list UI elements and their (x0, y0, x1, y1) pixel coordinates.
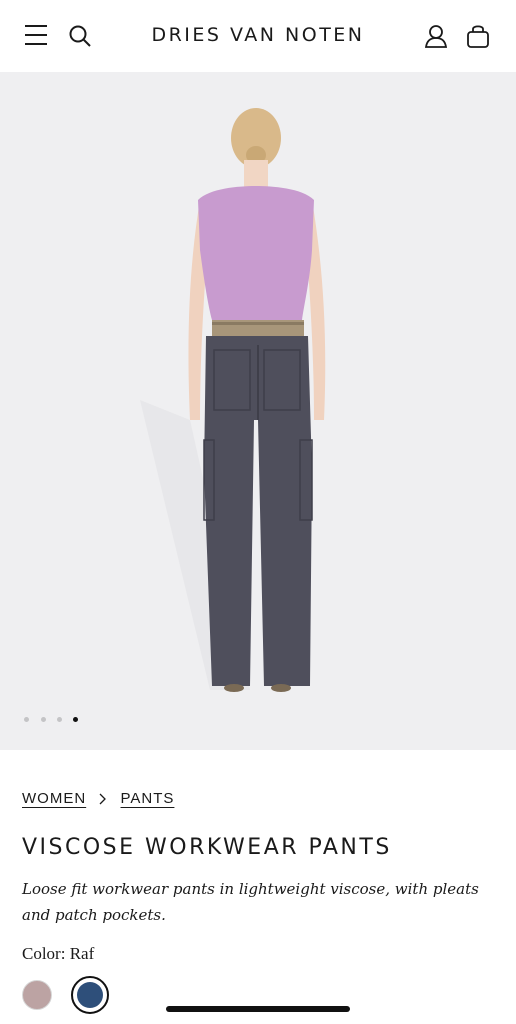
product-title: VISCOSE WORKWEAR PANTS (22, 835, 392, 860)
gallery-dot[interactable] (24, 717, 29, 722)
chevron-right-icon (99, 793, 107, 805)
home-indicator (166, 1006, 350, 1012)
breadcrumb-pants[interactable]: PANTS (121, 790, 175, 807)
color-label: Color: Raf (22, 944, 95, 963)
product-image[interactable] (0, 72, 516, 750)
color-swatch-raf[interactable] (77, 982, 103, 1008)
model-illustration (140, 108, 326, 692)
gallery-dot[interactable] (41, 717, 46, 722)
gallery-dot[interactable] (57, 717, 62, 722)
breadcrumb-women[interactable]: WOMEN (22, 790, 86, 807)
site-header: DRIES VAN NOTEN (0, 0, 516, 72)
color-swatch-rose[interactable] (22, 980, 52, 1010)
account-icon[interactable] (423, 23, 449, 49)
bag-icon[interactable] (466, 23, 490, 49)
breadcrumb: WOMEN PANTS (22, 790, 174, 807)
gallery-dot-active[interactable] (73, 717, 78, 722)
product-description: Loose fit workwear pants in lightweight … (22, 880, 479, 924)
